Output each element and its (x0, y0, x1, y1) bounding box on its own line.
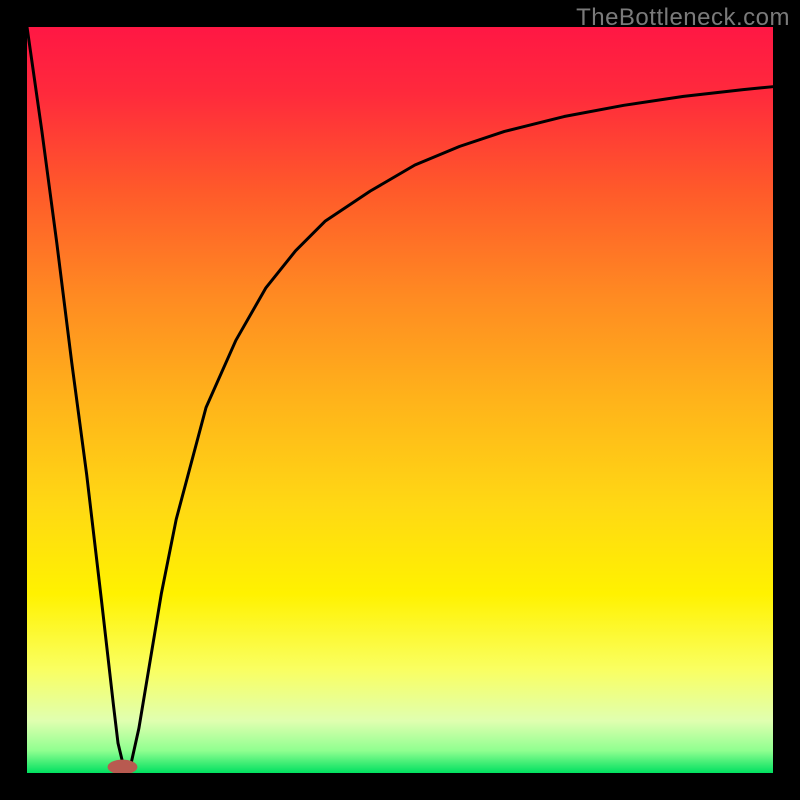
plot-area (27, 27, 773, 773)
curve-layer (27, 27, 773, 773)
watermark-text: TheBottleneck.com (576, 4, 790, 32)
chart-frame: TheBottleneck.com (0, 0, 800, 800)
bottleneck-curve (27, 27, 773, 767)
